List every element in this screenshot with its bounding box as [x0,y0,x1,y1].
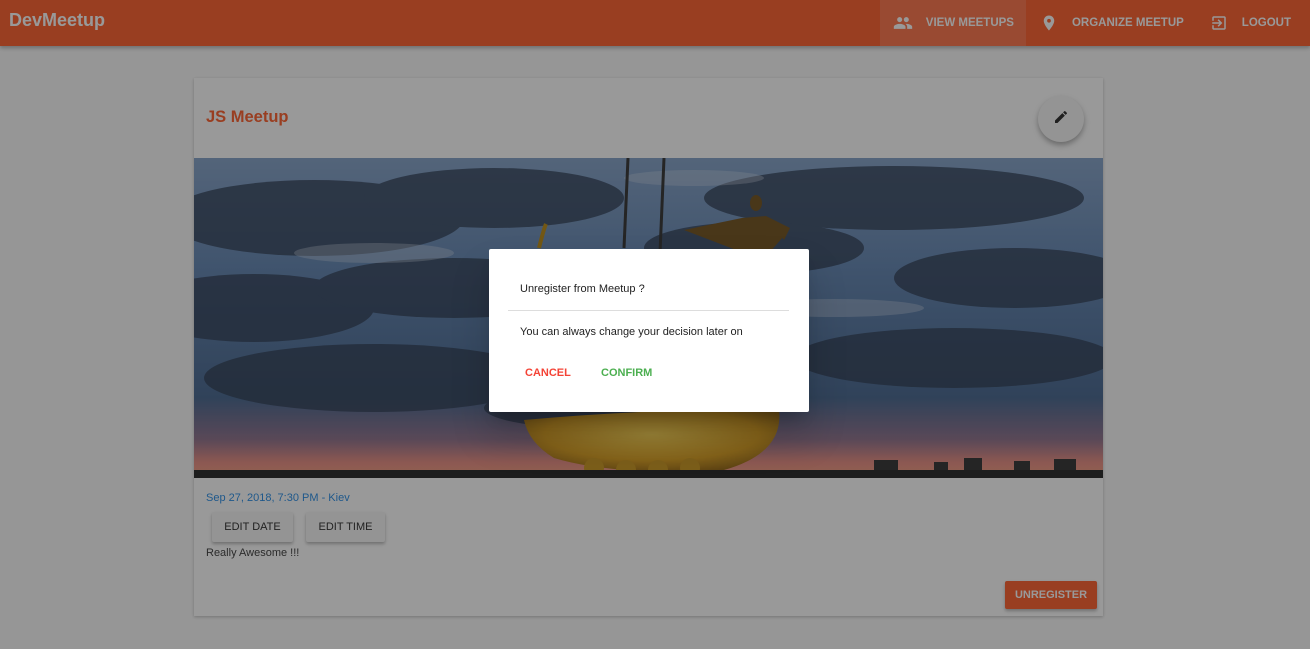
dialog-divider [508,310,789,311]
dialog-confirm-button[interactable]: CONFIRM [601,363,652,383]
dialog-title: Unregister from Meetup ? [520,283,645,295]
dialog-text: You can always change your decision late… [520,326,743,338]
unregister-dialog: Unregister from Meetup ? You can always … [489,249,809,412]
dialog-cancel-button[interactable]: CANCEL [525,363,571,383]
